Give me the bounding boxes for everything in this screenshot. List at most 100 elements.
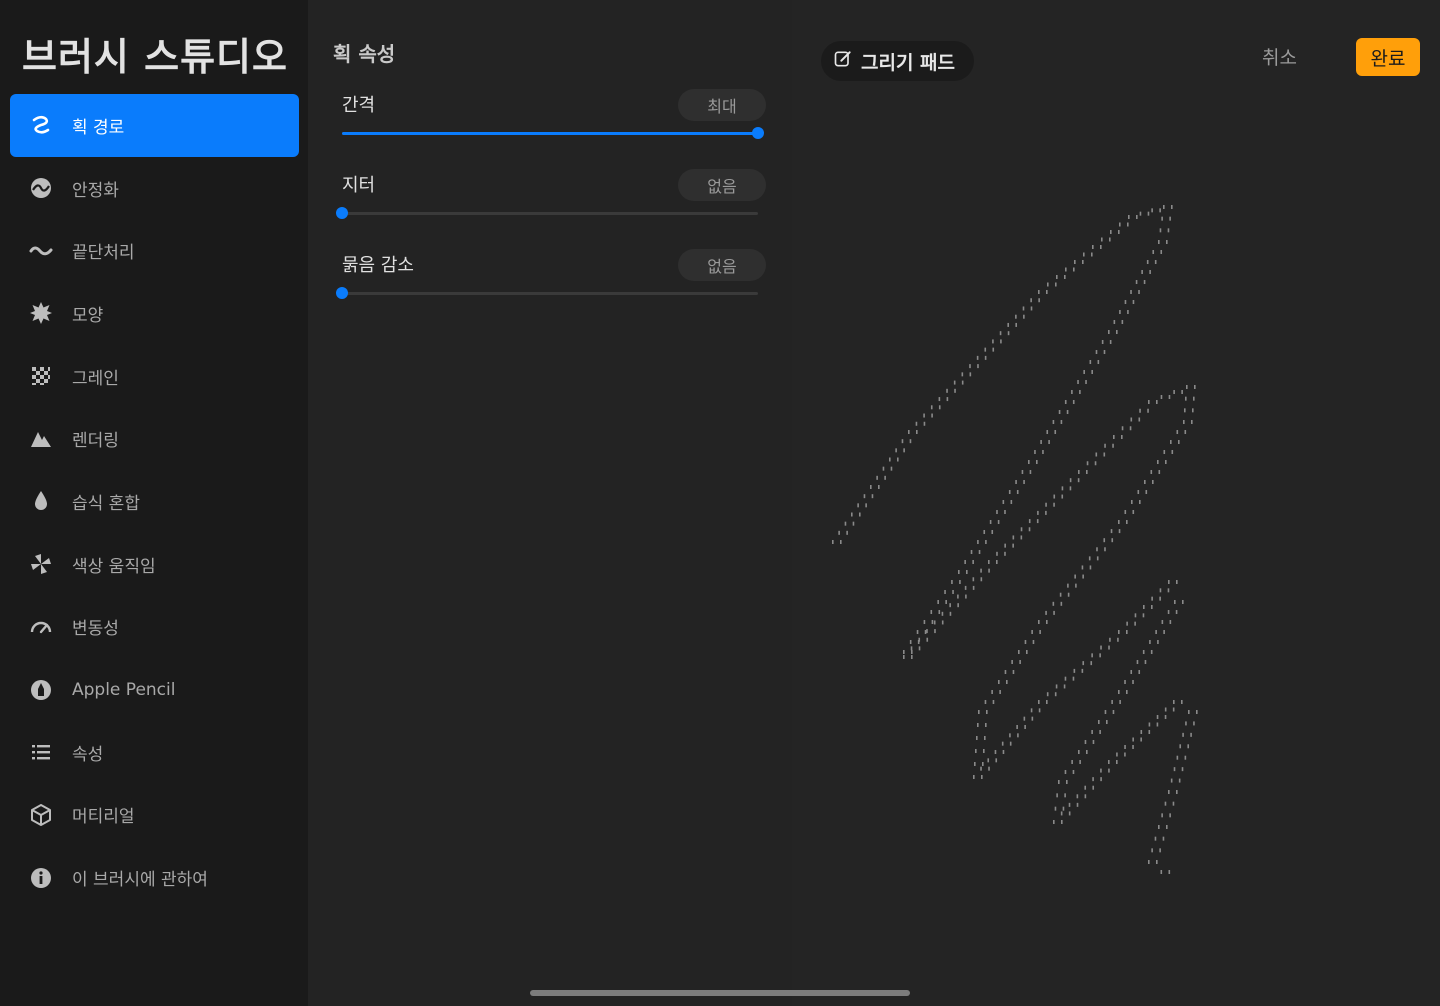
- done-button[interactable]: 완료: [1356, 38, 1420, 76]
- falloff-slider[interactable]: [336, 287, 758, 299]
- stroke-dot: [1172, 801, 1175, 806]
- stroke-dot: [1061, 494, 1064, 499]
- stroke-dot: [1158, 825, 1160, 829]
- stroke-dot: [1083, 370, 1085, 374]
- stroke-dot: [998, 680, 1000, 684]
- stroke-dot: [903, 448, 905, 453]
- stroke-dot: [1170, 440, 1172, 444]
- stroke-dot: [1015, 314, 1017, 319]
- stroke-dot: [1174, 600, 1176, 604]
- sidebar-item-color-dynamics[interactable]: 색상 움직임: [10, 533, 299, 596]
- stroke-dot: [1168, 395, 1171, 399]
- taper-icon: [10, 220, 72, 282]
- sidebar-item-taper[interactable]: 끝단처리: [10, 219, 299, 282]
- stroke-dot: [969, 364, 971, 369]
- stroke-dot: [1155, 630, 1157, 634]
- stroke-dot: [1127, 310, 1129, 314]
- sidebar-item-about[interactable]: 이 브러시에 관하여: [10, 846, 299, 909]
- spacing-slider-thumb[interactable]: [752, 127, 764, 139]
- stroke-dot: [1059, 592, 1062, 597]
- falloff-slider-thumb[interactable]: [336, 287, 348, 299]
- jitter-label: 지터: [342, 175, 376, 196]
- stroke-dot: [1134, 621, 1136, 626]
- stroke-dot: [988, 568, 990, 573]
- stroke-dot: [1053, 820, 1055, 824]
- stroke-dot: [1169, 620, 1172, 624]
- stroke-dot: [909, 439, 912, 444]
- stroke-dot: [1046, 620, 1048, 624]
- stroke-dot: [1090, 661, 1093, 666]
- stroke-dot: [1045, 510, 1047, 515]
- stroke-dot: [1161, 813, 1163, 818]
- stroke-dot: [923, 421, 926, 426]
- stroke-dot: [984, 355, 987, 360]
- stroke-dot: [1109, 637, 1111, 642]
- spacing-slider[interactable]: [342, 127, 764, 139]
- stroke-dot: [988, 560, 990, 564]
- stroke-dot: [934, 629, 936, 634]
- stroke-dot: [958, 570, 960, 574]
- jitter-value[interactable]: 없음: [678, 169, 766, 201]
- stroke-dot: [1163, 450, 1166, 454]
- sidebar-item-rendering[interactable]: 렌더링: [10, 407, 299, 470]
- stroke-dot: [1058, 780, 1060, 784]
- stroke-dot: [1104, 710, 1107, 714]
- stroke-dot: [1068, 802, 1071, 807]
- sidebar-item-shape[interactable]: 모양: [10, 282, 299, 345]
- drawing-canvas[interactable]: [792, 0, 1440, 1006]
- stroke-dot: [1108, 768, 1110, 773]
- stroke-dot: [1086, 461, 1089, 466]
- sidebar-item-label: 변동성: [72, 619, 119, 640]
- stroke-dot: [1091, 252, 1093, 257]
- stroke-dot: [1074, 574, 1076, 579]
- stroke-dot: [959, 580, 961, 584]
- stroke-dot: [871, 494, 874, 499]
- sidebar-item-apple-pencil[interactable]: Apple Pencil: [10, 658, 299, 721]
- stroke-dot: [938, 610, 941, 614]
- stroke-dot: [1091, 370, 1093, 374]
- sidebar-item-stroke-path[interactable]: 획 경로: [10, 94, 299, 157]
- stroke-dot: [1139, 211, 1142, 216]
- stroke-dot: [909, 640, 912, 644]
- stroke-dot: [978, 710, 980, 714]
- stroke-dot: [1053, 494, 1056, 499]
- stroke-dot: [908, 430, 910, 434]
- jitter-slider-thumb[interactable]: [336, 207, 348, 219]
- stroke-dot: [1100, 245, 1102, 249]
- stroke-dot: [1173, 767, 1176, 772]
- stroke-dot: [1117, 637, 1119, 642]
- stroke-dot: [1054, 430, 1057, 434]
- sidebar-item-properties[interactable]: 속성: [10, 721, 299, 784]
- stroke-dot: [973, 775, 975, 779]
- drawing-pad[interactable]: 그리기 패드 취소 완료: [792, 0, 1440, 1006]
- stroke-dot: [984, 347, 987, 352]
- stroke-dot: [1116, 752, 1118, 757]
- sidebar-item-materials[interactable]: 머티리얼: [10, 784, 299, 847]
- cancel-button[interactable]: 취소: [1262, 43, 1297, 70]
- stroke-dot: [1019, 660, 1021, 664]
- stroke-dot: [1152, 250, 1155, 254]
- stroke-dot: [1023, 314, 1025, 319]
- falloff-value[interactable]: 없음: [678, 249, 766, 281]
- stroke-dot: [1055, 282, 1057, 287]
- stroke-dot: [1176, 430, 1179, 434]
- stroke-dot: [1109, 340, 1112, 344]
- jitter-slider[interactable]: [336, 207, 758, 219]
- drawing-pad-button[interactable]: 그리기 패드: [821, 41, 974, 81]
- stroke-dot: [1040, 440, 1042, 444]
- stroke-dot: [1056, 275, 1058, 279]
- stroke-dot: [1116, 760, 1118, 764]
- stroke-dot: [1148, 730, 1151, 734]
- home-indicator: [530, 990, 910, 996]
- stroke-dot: [974, 762, 976, 766]
- spacing-value[interactable]: 최대: [678, 89, 766, 121]
- stroke-dot: [1168, 870, 1171, 874]
- sidebar-item-dynamics[interactable]: 변동성: [10, 596, 299, 659]
- stroke-dot: [1061, 486, 1064, 491]
- sidebar-item-label: 속성: [72, 744, 104, 765]
- sidebar-item-grain[interactable]: 그레인: [10, 345, 299, 408]
- sidebar-item-stabilization[interactable]: 안정화: [10, 157, 299, 220]
- sidebar-item-wet-mix[interactable]: 습식 혼합: [10, 470, 299, 533]
- stroke-dot: [1089, 360, 1092, 364]
- stroke-dot: [1152, 480, 1154, 484]
